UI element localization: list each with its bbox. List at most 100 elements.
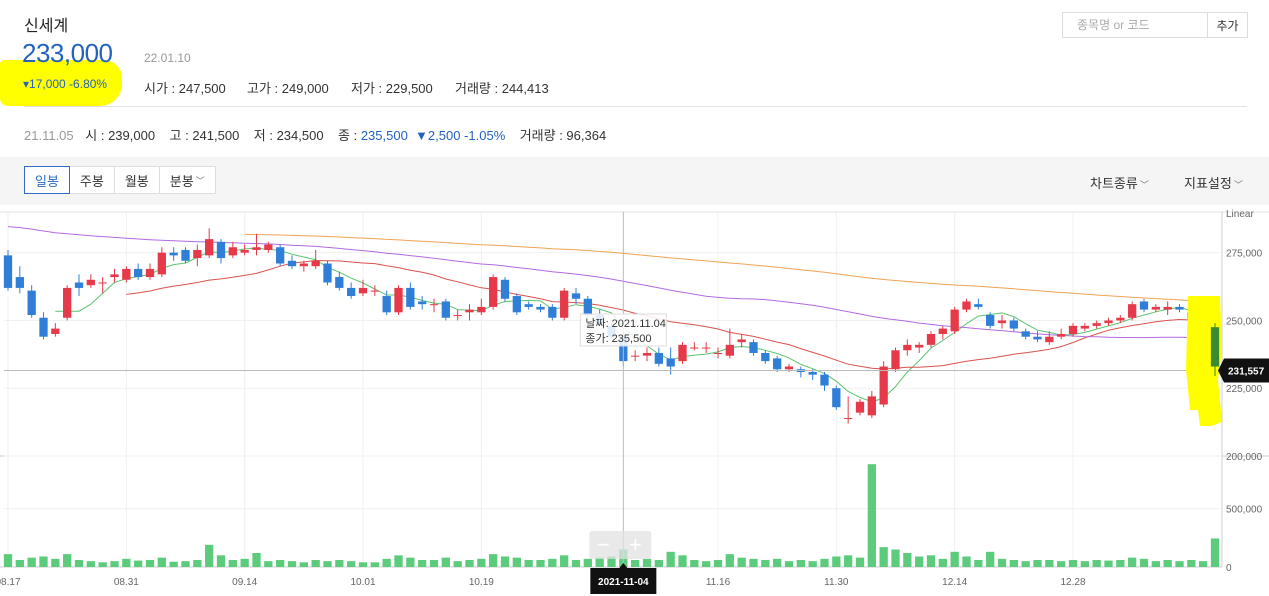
volume-bar: [867, 464, 876, 567]
volume-bar: [1009, 559, 1018, 567]
volume-bar: [311, 559, 320, 567]
candle-body: [98, 282, 107, 284]
candle-body: [311, 260, 320, 267]
volume-bar: [784, 561, 794, 567]
candle-body: [702, 347, 711, 349]
candle-body: [808, 371, 817, 375]
candle-body: [642, 352, 652, 356]
candle-body: [394, 287, 403, 313]
candle-body: [571, 293, 581, 299]
candle-body: [1151, 306, 1160, 310]
candle-body: [39, 317, 48, 337]
volume-bar: [1033, 559, 1042, 567]
volume-bar: [394, 555, 403, 567]
candle-body: [27, 290, 36, 316]
candle-body: [122, 268, 131, 280]
stock-chart[interactable]: 275,000 250,000 225,000 200,000 Linear 500,00…: [0, 0, 1269, 596]
candle-body: [548, 306, 557, 318]
price-tick-label: 200,000: [1226, 452, 1263, 463]
volume-bar: [1104, 560, 1113, 567]
moving-average-120: [244, 233, 1216, 304]
volume-bar: [287, 561, 297, 567]
candle-body: [974, 304, 983, 307]
volume-bar: [1092, 559, 1101, 567]
volume-bar: [157, 557, 166, 567]
candle-body: [1104, 320, 1113, 324]
volume-bar: [690, 559, 699, 567]
candle-body: [1057, 334, 1066, 337]
volume-bar: [808, 561, 817, 567]
x-tick-label: 09.14: [232, 577, 257, 588]
volume-bar: [335, 559, 344, 567]
scale-label: Linear: [1226, 209, 1254, 220]
candle-body: [986, 315, 995, 326]
candle-body: [86, 279, 95, 286]
volume-bar: [299, 562, 308, 567]
volume-bar: [891, 549, 900, 567]
volume-bar: [1045, 559, 1054, 567]
candle-body: [465, 309, 474, 313]
candle-body: [512, 296, 521, 313]
volume-bar: [453, 561, 462, 567]
candle-body: [264, 244, 273, 250]
volume-bar: [418, 559, 427, 567]
candle-body: [406, 287, 415, 307]
volume-bar: [1199, 561, 1208, 567]
candle-body: [157, 252, 166, 275]
volume-bar: [962, 556, 971, 567]
x-tick-label: 12.14: [942, 577, 967, 588]
candle-body: [1116, 317, 1125, 321]
volume-bar: [855, 557, 865, 567]
volume-bar: [512, 557, 521, 567]
volume-bar: [1057, 561, 1066, 567]
volume-bar: [844, 555, 853, 567]
candle-body: [3, 255, 13, 288]
candle-body: [1092, 323, 1101, 326]
volume-bar: [926, 555, 936, 567]
volume-bar: [15, 559, 24, 567]
candle-body: [1021, 331, 1030, 337]
volume-bar: [216, 555, 226, 567]
volume-bar: [560, 555, 569, 567]
volume-bar: [583, 558, 592, 567]
volume-bar: [915, 556, 924, 567]
volume-bar: [323, 561, 332, 567]
candle-body: [1139, 301, 1149, 310]
candle-body: [784, 366, 794, 370]
volume-bar: [134, 560, 143, 567]
candle-body: [145, 268, 155, 278]
current-price-label: 231,557: [1228, 366, 1265, 377]
candle-body: [583, 298, 592, 316]
candle-body: [1128, 304, 1137, 318]
candle-body: [335, 277, 344, 288]
volume-bar: [240, 558, 249, 567]
candle-body: [915, 344, 924, 348]
volume-bar: [678, 555, 687, 567]
volume-bar: [702, 561, 711, 567]
volume-bar: [1151, 561, 1160, 567]
candle-body: [1210, 327, 1220, 367]
volume-bar: [524, 559, 533, 567]
x-tick-label: 08.17: [0, 577, 21, 588]
volume-bar: [63, 554, 72, 567]
zoom-out-icon[interactable]: −: [597, 532, 610, 557]
volume-bar: [86, 561, 95, 567]
candle-body: [524, 304, 533, 307]
price-tick-label: 250,000: [1226, 316, 1263, 327]
volume-bar: [950, 551, 959, 567]
candle-body: [15, 277, 24, 288]
candle-body: [1175, 306, 1184, 310]
candle-body: [169, 252, 178, 256]
candle-body: [997, 320, 1007, 324]
volume-bar: [761, 559, 770, 567]
volume-bar: [3, 554, 13, 567]
zoom-in-icon[interactable]: +: [629, 532, 642, 557]
candle-body: [287, 260, 297, 267]
volume-bar: [347, 561, 356, 567]
candle-body: [1080, 325, 1089, 329]
volume-bar: [39, 556, 48, 567]
candle-body: [240, 249, 249, 253]
candle-body: [713, 352, 723, 354]
x-tick-label: 11.16: [706, 577, 731, 588]
volume-bar: [98, 562, 107, 567]
